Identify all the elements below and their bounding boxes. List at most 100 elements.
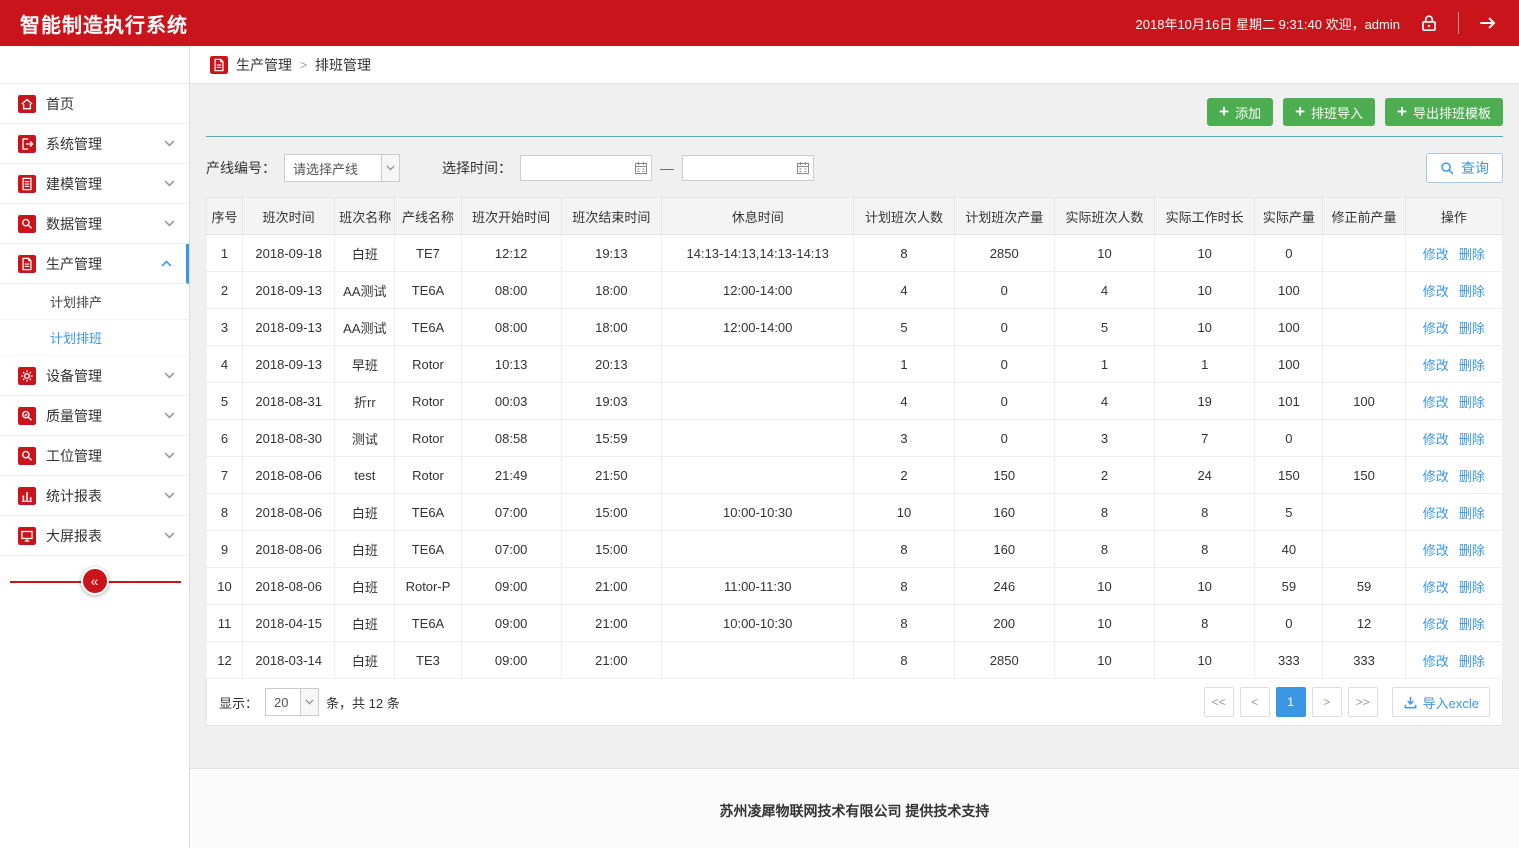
sidebar-item-bigscreen[interactable]: 大屏报表 bbox=[0, 516, 189, 556]
table-cell: Rotor bbox=[395, 346, 461, 383]
chevron-down-icon bbox=[164, 532, 175, 539]
table-cell: 2 bbox=[1054, 457, 1154, 494]
sidebar-item-workstation[interactable]: 工位管理 bbox=[0, 436, 189, 476]
edit-link[interactable]: 修改 bbox=[1423, 395, 1449, 410]
delete-link[interactable]: 删除 bbox=[1459, 432, 1485, 447]
table-cell: 8 bbox=[854, 605, 954, 642]
logout-arrow-icon[interactable] bbox=[1477, 12, 1499, 34]
sidebar-subitem-plan-production[interactable]: 计划排产 bbox=[0, 284, 189, 320]
table-cell: 白班 bbox=[335, 568, 395, 605]
edit-link[interactable]: 修改 bbox=[1423, 284, 1449, 299]
topbar-divider bbox=[1458, 12, 1459, 34]
edit-link[interactable]: 修改 bbox=[1423, 469, 1449, 484]
table-actions-cell: 修改删除 bbox=[1405, 494, 1502, 531]
table-cell: 19 bbox=[1155, 383, 1255, 420]
collapse-sidebar-button[interactable]: « bbox=[81, 567, 109, 595]
sidebar-item-production[interactable]: 生产管理 bbox=[0, 244, 189, 284]
table-row: 92018-08-06白班TE6A07:0015:0081608840修改删除 bbox=[207, 531, 1503, 568]
table-cell: 0 bbox=[954, 420, 1054, 457]
table-cell: 测试 bbox=[335, 420, 395, 457]
sidebar: 首页系统管理建模管理数据管理生产管理计划排产计划排班设备管理质量管理工位管理统计… bbox=[0, 46, 190, 848]
table-cell: 2018-03-14 bbox=[243, 642, 335, 679]
sidebar-item-home[interactable]: 首页 bbox=[0, 84, 189, 124]
delete-link[interactable]: 删除 bbox=[1459, 358, 1485, 373]
sidebar-item-system[interactable]: 系统管理 bbox=[0, 124, 189, 164]
sidebar-item-report[interactable]: 统计报表 bbox=[0, 476, 189, 516]
table-cell: 8 bbox=[854, 531, 954, 568]
table-cell bbox=[661, 383, 853, 420]
edit-link[interactable]: 修改 bbox=[1423, 321, 1449, 336]
calendar-icon[interactable] bbox=[796, 161, 810, 175]
breadcrumb-parent[interactable]: 生产管理 bbox=[236, 55, 292, 75]
pagination-bar: 显示： 20 条，共 12 条 <<<1>>> 导入excle bbox=[206, 679, 1503, 726]
search-button[interactable]: 查询 bbox=[1426, 153, 1503, 183]
sidebar-item-modeling[interactable]: 建模管理 bbox=[0, 164, 189, 204]
table-cell: 14:13-14:13,14:13-14:13 bbox=[661, 235, 853, 272]
prev-page-button[interactable]: < bbox=[1240, 687, 1270, 717]
sidebar-subitem-plan-shift[interactable]: 计划排班 bbox=[0, 320, 189, 356]
date-to-input[interactable] bbox=[682, 155, 814, 181]
product-line-label: 产线编号： bbox=[206, 158, 276, 178]
table-cell: 1 bbox=[1054, 346, 1154, 383]
table-cell: 10 bbox=[854, 494, 954, 531]
table-actions-cell: 修改删除 bbox=[1405, 568, 1502, 605]
table-cell: 0 bbox=[1255, 605, 1323, 642]
table-cell: test bbox=[335, 457, 395, 494]
datetime-welcome-text: 2018年10月16日 星期二 9:31:40 欢迎，admin bbox=[1136, 14, 1400, 33]
export-template-button[interactable]: + 导出排班模板 bbox=[1385, 98, 1503, 126]
table-cell: 5 bbox=[207, 383, 243, 420]
edit-link[interactable]: 修改 bbox=[1423, 654, 1449, 669]
sidebar-item-quality[interactable]: 质量管理 bbox=[0, 396, 189, 436]
delete-link[interactable]: 删除 bbox=[1459, 321, 1485, 336]
sidebar-item-data[interactable]: 数据管理 bbox=[0, 204, 189, 244]
edit-link[interactable]: 修改 bbox=[1423, 247, 1449, 262]
table-cell: 1 bbox=[854, 346, 954, 383]
last-page-button[interactable]: >> bbox=[1348, 687, 1378, 717]
table-cell: 2018-08-06 bbox=[243, 531, 335, 568]
edit-link[interactable]: 修改 bbox=[1423, 617, 1449, 632]
import-excel-button[interactable]: 导入excle bbox=[1392, 687, 1490, 717]
first-page-button[interactable]: << bbox=[1204, 687, 1234, 717]
product-line-select[interactable]: 请选择产线 bbox=[284, 154, 400, 182]
page-size-select-value: 20 bbox=[266, 689, 300, 715]
topbar-right: 2018年10月16日 星期二 9:31:40 欢迎，admin bbox=[1136, 12, 1499, 34]
lock-icon[interactable] bbox=[1418, 12, 1440, 34]
edit-link[interactable]: 修改 bbox=[1423, 506, 1449, 521]
edit-link[interactable]: 修改 bbox=[1423, 543, 1449, 558]
plus-icon: + bbox=[1295, 103, 1305, 120]
chevron-down-icon bbox=[381, 155, 399, 181]
shift-import-button[interactable]: + 排班导入 bbox=[1283, 98, 1375, 126]
table-actions-cell: 修改删除 bbox=[1405, 235, 1502, 272]
table-row: 112018-04-15白班TE6A09:0021:0010:00-10:308… bbox=[207, 605, 1503, 642]
sidebar-item-equipment[interactable]: 设备管理 bbox=[0, 356, 189, 396]
table-cell bbox=[661, 420, 853, 457]
table-cell: 9 bbox=[207, 531, 243, 568]
table-cell: 4 bbox=[1054, 272, 1154, 309]
delete-link[interactable]: 删除 bbox=[1459, 469, 1485, 484]
table-cell: 3 bbox=[854, 420, 954, 457]
delete-link[interactable]: 删除 bbox=[1459, 506, 1485, 521]
delete-link[interactable]: 删除 bbox=[1459, 617, 1485, 632]
table-cell: 20:13 bbox=[561, 346, 661, 383]
date-from-input[interactable] bbox=[520, 155, 652, 181]
delete-link[interactable]: 删除 bbox=[1459, 284, 1485, 299]
plus-icon: + bbox=[1397, 103, 1407, 120]
delete-link[interactable]: 删除 bbox=[1459, 580, 1485, 595]
delete-link[interactable]: 删除 bbox=[1459, 654, 1485, 669]
column-header: 实际工作时长 bbox=[1155, 198, 1255, 235]
table-cell: TE3 bbox=[395, 642, 461, 679]
delete-link[interactable]: 删除 bbox=[1459, 543, 1485, 558]
edit-link[interactable]: 修改 bbox=[1423, 580, 1449, 595]
next-page-button[interactable]: > bbox=[1312, 687, 1342, 717]
delete-link[interactable]: 删除 bbox=[1459, 395, 1485, 410]
page-1-button[interactable]: 1 bbox=[1276, 687, 1306, 717]
add-button[interactable]: + 添加 bbox=[1207, 98, 1273, 126]
page-size-select[interactable]: 20 bbox=[265, 688, 319, 716]
calendar-icon[interactable] bbox=[634, 161, 648, 175]
edit-link[interactable]: 修改 bbox=[1423, 432, 1449, 447]
bigscreen-icon bbox=[18, 527, 36, 545]
delete-link[interactable]: 删除 bbox=[1459, 247, 1485, 262]
edit-link[interactable]: 修改 bbox=[1423, 358, 1449, 373]
home-icon bbox=[18, 95, 36, 113]
table-cell: 07:00 bbox=[461, 494, 561, 531]
